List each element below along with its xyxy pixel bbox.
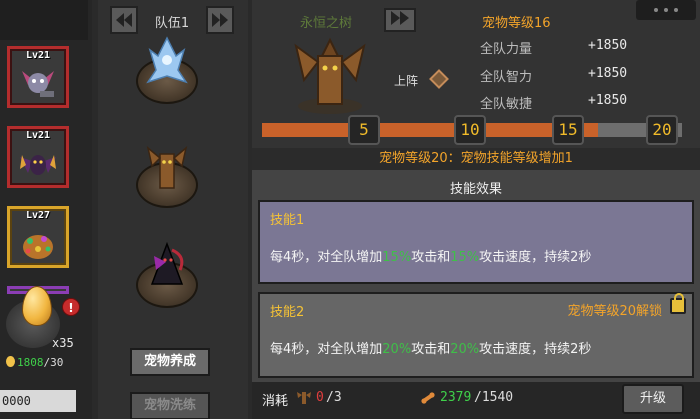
tree-ent-portrait (294, 37, 366, 114)
skill-name: 技能1 (270, 213, 305, 228)
pet-refine-button[interactable]: 宠物洗练 (130, 392, 210, 419)
team-selector: 队伍1 (110, 6, 234, 34)
upgrade-cost-bar: 消耗 0 /3 2379 /1540 升级 (252, 382, 700, 419)
skill-desc-mid: 攻击和 (411, 250, 451, 265)
egg-progress-current: 1808 (17, 356, 44, 369)
lock-icon (670, 293, 686, 314)
skill-value-1: 20% (382, 342, 412, 357)
pet-card-2[interactable]: Lv21 (7, 126, 69, 188)
stat-value: +1850 (588, 66, 628, 81)
skill-desc-mid: 攻击和 (411, 342, 451, 357)
cost-label: 消耗 (262, 394, 289, 409)
bone-icon (421, 392, 435, 404)
deploy-label: 上阵 (394, 74, 419, 88)
egg-mini-icon (6, 356, 15, 367)
skill-desc-prefix: 每4秒，对全队增加 (270, 250, 383, 265)
level-progress-fill (262, 123, 598, 137)
egg-count: x35 (52, 336, 74, 350)
team-label: 队伍1 (154, 16, 190, 31)
skill-description: 每4秒，对全队增加20%攻击和20%攻击速度，持续2秒 (270, 338, 591, 357)
material-current: 0 (316, 390, 324, 405)
menu-button[interactable] (636, 0, 696, 20)
team-panel: 队伍1 宠物养成 宠物洗练 (98, 0, 248, 419)
milestone-5: 5 (348, 115, 380, 145)
pet-list-panel: Lv21 Lv21 Lv27 ! x35 1808/30 0000 (0, 0, 92, 419)
stat-label: 全队力量 (480, 42, 533, 57)
pet-detail-panel: 永恒之树 上阵 宠物等级16 全队力量 +1850 全队智力 +1850 全队敏… (252, 0, 700, 419)
pet-info-section: 永恒之树 上阵 宠物等级16 全队力量 +1850 全队智力 +1850 全队敏… (252, 0, 700, 148)
stat-value: +1850 (588, 93, 628, 108)
alert-badge-icon: ! (62, 298, 80, 316)
bone-required: /1540 (474, 390, 514, 405)
level-bonus-text: 宠物等级20：宠物技能等级增加1 (252, 148, 700, 170)
double-left-arrow-icon (116, 13, 132, 27)
skill-card-2: 技能2 宠物等级20解锁 每4秒，对全队增加20%攻击和20%攻击速度，持续2秒 (258, 292, 694, 378)
pet-training-button[interactable]: 宠物养成 (130, 348, 210, 376)
bone-current: 2379 (440, 390, 472, 405)
pet-level-text: 宠物等级16 (482, 16, 551, 31)
stat-label: 全队敏捷 (480, 97, 533, 112)
skill-value-2: 15% (450, 250, 480, 265)
skill-name: 技能2 (270, 305, 305, 320)
milestone-20: 20 (646, 115, 678, 145)
next-pet-button[interactable] (384, 8, 416, 32)
pet-card-3[interactable]: Lv27 (7, 206, 69, 268)
treasure-golem-icon (23, 235, 53, 259)
skill-section: 技能效果 技能1 每4秒，对全队增加15%攻击和15%攻击速度，持续2秒 技能2… (252, 170, 700, 382)
pet-card-1[interactable]: Lv21 (7, 46, 69, 108)
tree-ent-icon (146, 146, 188, 189)
level-milestone-track: 5 10 15 20 (262, 115, 682, 145)
ice-spirit-icon (146, 36, 188, 84)
milestone-10: 10 (454, 115, 486, 145)
double-right-arrow-icon (212, 13, 228, 27)
skill-desc-suffix: 攻击速度，持续2秒 (479, 342, 592, 357)
stat-value: +1850 (588, 38, 628, 53)
milestone-15: 15 (552, 115, 584, 145)
wood-material-icon (297, 392, 311, 404)
skill-desc-prefix: 每4秒，对全队增加 (270, 342, 383, 357)
egg-progress-total: /30 (43, 356, 64, 369)
skill-desc-suffix: 攻击速度，持续2秒 (479, 250, 592, 265)
left-top-bar (0, 0, 88, 40)
dark-bat-icon (20, 155, 56, 175)
team-slot-1[interactable] (132, 36, 202, 106)
egg-icon[interactable] (22, 286, 52, 326)
skill-value-2: 20% (450, 342, 480, 357)
skill-description: 每4秒，对全队增加15%攻击和15%攻击速度，持续2秒 (270, 246, 591, 265)
team-slot-2[interactable] (132, 140, 202, 210)
double-right-arrow-icon (391, 11, 409, 25)
team-slot-3[interactable] (132, 240, 202, 310)
pet-name: 永恒之树 (300, 16, 353, 31)
bat-robot-icon (22, 71, 54, 97)
pet-level-badge: Lv21 (25, 130, 51, 141)
stat-label: 全队智力 (480, 70, 533, 85)
pet-level-badge: Lv27 (25, 210, 51, 221)
stat-strength: 全队力量 +1850 (480, 38, 627, 57)
skill-card-1: 技能1 每4秒，对全队增加15%攻击和15%攻击速度，持续2秒 (258, 200, 694, 284)
stat-intelligence: 全队智力 +1850 (480, 66, 627, 85)
currency-field: 0000 (0, 390, 76, 412)
team-next-button[interactable] (206, 6, 234, 34)
material-required: /3 (326, 390, 342, 405)
skill-section-title: 技能效果 (449, 182, 502, 197)
deploy-toggle-icon[interactable] (429, 69, 449, 89)
shadow-reaper-icon (150, 241, 184, 285)
pet-level-badge: Lv21 (25, 50, 51, 61)
skill-unlock-requirement: 宠物等级20解锁 (567, 304, 662, 319)
egg-hatch-area[interactable]: ! x35 1808/30 (0, 282, 92, 372)
team-prev-button[interactable] (110, 6, 138, 34)
upgrade-button[interactable]: 升级 (622, 384, 684, 414)
skill-value-1: 15% (382, 250, 412, 265)
egg-progress: 1808/30 (6, 356, 63, 369)
stat-agility: 全队敏捷 +1850 (480, 93, 627, 112)
